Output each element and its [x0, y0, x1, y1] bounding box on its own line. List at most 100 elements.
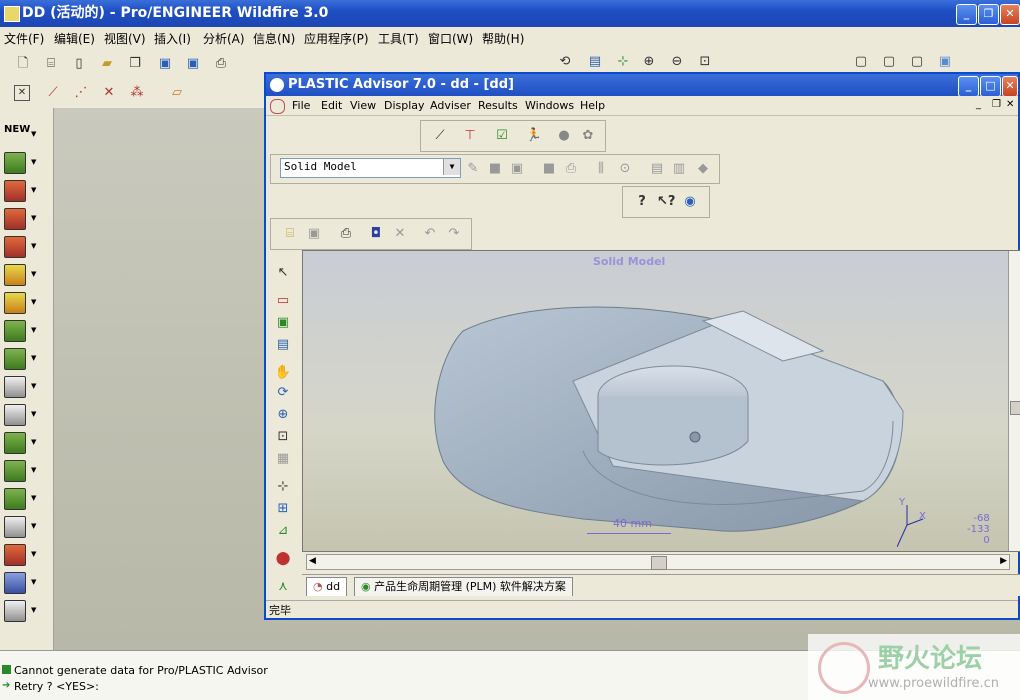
- axes-icon[interactable]: ⊹: [274, 478, 292, 496]
- redo-icon[interactable]: ↷: [445, 225, 463, 243]
- mirror-icon[interactable]: [4, 348, 26, 370]
- plastic-minimize-button[interactable]: _: [958, 76, 979, 97]
- gate-icon[interactable]: ⊤: [461, 127, 479, 145]
- display-option8-icon[interactable]: ▤: [648, 160, 666, 178]
- datum-icon[interactable]: ⊹: [614, 53, 632, 71]
- chevron-down-icon[interactable]: ▼: [31, 606, 36, 614]
- model-viewport[interactable]: Solid Model 40 mm Y X -68 -133 0: [302, 250, 1020, 552]
- fit-icon[interactable]: ⊞: [274, 500, 292, 518]
- close-window-icon[interactable]: ✕: [14, 85, 30, 101]
- print-file-icon[interactable]: ⎙: [337, 225, 355, 243]
- save-file-icon[interactable]: ▣: [305, 225, 323, 243]
- chamfer-icon[interactable]: [4, 292, 26, 314]
- open-file-icon[interactable]: ⌸: [281, 225, 299, 243]
- refit-icon[interactable]: ⊡: [696, 53, 714, 71]
- select-icon[interactable]: ↖: [274, 264, 292, 282]
- menu-analysis[interactable]: 分析(A): [203, 30, 245, 47]
- sweep-icon[interactable]: [4, 432, 26, 454]
- new-feature-icon[interactable]: NEW: [4, 124, 30, 144]
- web-help-icon[interactable]: ◉: [681, 193, 699, 211]
- pan-icon[interactable]: ✋: [274, 364, 292, 382]
- chevron-down-icon[interactable]: ▼: [31, 494, 36, 502]
- delete-icon[interactable]: ✕: [391, 225, 409, 243]
- extrude-icon[interactable]: [4, 152, 26, 174]
- menu-help[interactable]: 帮助(H): [482, 30, 524, 47]
- display-option6-icon[interactable]: ⫼: [592, 160, 610, 178]
- display-option3-icon[interactable]: ▣: [508, 160, 526, 178]
- plastic-menu-windows[interactable]: Windows: [525, 99, 574, 112]
- chevron-down-icon[interactable]: ▼: [31, 466, 36, 474]
- menu-window[interactable]: 窗口(W): [428, 30, 473, 47]
- chevron-down-icon[interactable]: ▼: [31, 550, 36, 558]
- horizontal-scrollbar[interactable]: ◀ ▶: [306, 554, 1010, 570]
- doc-restore-button[interactable]: ❐: [992, 99, 1001, 110]
- display-option2-icon[interactable]: ■: [486, 160, 504, 178]
- help-icon[interactable]: ?: [633, 193, 651, 211]
- cube3-icon[interactable]: ▢: [908, 53, 926, 71]
- menu-file[interactable]: 文件(F): [4, 30, 44, 47]
- zoom-out-icon[interactable]: ⊖: [668, 53, 686, 71]
- chevron-down-icon[interactable]: ▼: [31, 326, 36, 334]
- zoom-in-icon[interactable]: ⊕: [640, 53, 658, 71]
- rib-icon[interactable]: [4, 208, 26, 230]
- vertical-scroll-thumb[interactable]: [1010, 401, 1020, 415]
- zoom-box-icon[interactable]: ⊡: [274, 428, 292, 446]
- clip-icon[interactable]: ▦: [274, 450, 292, 468]
- scroll-left-arrow[interactable]: ◀: [309, 556, 316, 566]
- chevron-down-icon[interactable]: ▼: [31, 438, 36, 446]
- plastic-menu-help[interactable]: Help: [580, 99, 605, 112]
- chevron-down-icon[interactable]: ▼: [31, 522, 36, 530]
- doc-close-button[interactable]: ✕: [1006, 99, 1014, 110]
- plastic-menu-results[interactable]: Results: [478, 99, 518, 112]
- camera-icon[interactable]: ◘: [367, 225, 385, 243]
- regen-icon[interactable]: ⟲: [556, 53, 574, 71]
- print-icon[interactable]: ⎙: [212, 55, 230, 73]
- horizontal-scroll-thumb[interactable]: [651, 556, 667, 570]
- sketch-icon[interactable]: ⟋: [44, 84, 62, 102]
- pattern-icon[interactable]: [4, 376, 26, 398]
- boundary-icon[interactable]: [4, 488, 26, 510]
- check-icon[interactable]: ☑: [493, 127, 511, 145]
- menu-edit[interactable]: 编辑(E): [54, 30, 95, 47]
- plastic-menu-file[interactable]: File: [292, 99, 310, 112]
- page-icon[interactable]: ▯: [70, 55, 88, 73]
- chevron-down-icon[interactable]: ▼: [31, 158, 36, 166]
- chevron-down-icon[interactable]: ▼: [31, 186, 36, 194]
- menu-tools[interactable]: 工具(T): [378, 30, 419, 47]
- open-icon[interactable]: ⌸: [42, 55, 60, 73]
- solid-view-icon[interactable]: ▣: [274, 314, 292, 332]
- display-option5-icon[interactable]: ⎙: [562, 160, 580, 178]
- point-icon[interactable]: ✕: [100, 84, 118, 102]
- rotate-icon[interactable]: ⟳: [274, 384, 292, 402]
- axis-icon[interactable]: ⋰: [72, 84, 90, 102]
- display-option10-icon[interactable]: ◆: [694, 160, 712, 178]
- chevron-down-icon[interactable]: ▼: [31, 354, 36, 362]
- chevron-down-icon[interactable]: ▼: [31, 214, 36, 222]
- measure-icon[interactable]: ▭: [274, 292, 292, 310]
- menu-info[interactable]: 信息(N): [253, 30, 295, 47]
- restore-button[interactable]: ❐: [978, 4, 999, 25]
- run-icon[interactable]: 🏃: [525, 127, 543, 145]
- plastic-close-button[interactable]: ✕: [1002, 76, 1018, 97]
- tab-plm[interactable]: ◉ 产品生命周期管理 (PLM) 软件解决方案: [354, 577, 573, 596]
- chevron-down-icon[interactable]: ▼: [31, 410, 36, 418]
- plastic-menu-adviser[interactable]: Adviser: [430, 99, 471, 112]
- draft-icon[interactable]: [4, 236, 26, 258]
- doc-minimize-button[interactable]: _: [976, 99, 981, 110]
- injection-icon[interactable]: ⟋: [431, 127, 449, 145]
- menu-view[interactable]: 视图(V): [104, 30, 146, 47]
- new-icon[interactable]: 🗋: [14, 55, 32, 73]
- undo-icon[interactable]: ↶: [421, 225, 439, 243]
- color-icon[interactable]: ⬤: [274, 550, 292, 568]
- cube-icon[interactable]: ▢: [852, 53, 870, 71]
- context-help-icon[interactable]: ↖?: [657, 193, 675, 211]
- tab-dd[interactable]: ◔ dd: [306, 577, 348, 596]
- chevron-down-icon[interactable]: ▼: [31, 382, 36, 390]
- trim-icon[interactable]: [4, 572, 26, 594]
- minimize-button[interactable]: _: [956, 4, 977, 25]
- display-option4-icon[interactable]: ■: [540, 160, 558, 178]
- plastic-menu-view[interactable]: View: [350, 99, 376, 112]
- chevron-down-icon[interactable]: ▼: [31, 270, 36, 278]
- menu-applications[interactable]: 应用程序(P): [304, 30, 369, 47]
- zoom-icon[interactable]: ⊕: [274, 406, 292, 424]
